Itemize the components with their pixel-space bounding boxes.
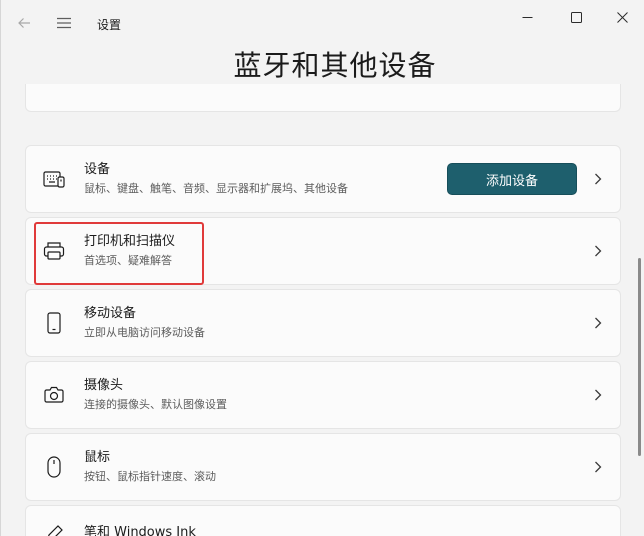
phone-icon [42, 311, 66, 335]
minimize-icon [522, 16, 532, 18]
row-title: 移动设备 [84, 306, 137, 321]
settings-row-mobile-devices[interactable]: 移动设备 立即从电脑访问移动设备 [25, 289, 621, 357]
printer-icon [42, 239, 66, 263]
row-title: 打印机和扫描仪 [84, 234, 176, 249]
row-subtitle: 连接的摄像头、默认图像设置 [84, 398, 227, 411]
close-button[interactable] [599, 2, 644, 32]
pen-icon [42, 522, 66, 536]
back-arrow-icon [18, 18, 30, 28]
maximize-button[interactable] [553, 2, 599, 32]
close-icon [616, 11, 628, 23]
chevron-right-icon [590, 459, 606, 475]
minimize-button[interactable] [504, 2, 550, 32]
row-title: 鼠标 [84, 450, 111, 465]
chevron-right-icon [590, 387, 606, 403]
row-subtitle: 首选项、疑难解答 [84, 254, 172, 267]
previous-settings-card [25, 84, 621, 112]
add-device-button[interactable]: 添加设备 [447, 163, 577, 195]
back-button[interactable] [9, 8, 39, 38]
hamburger-icon [57, 17, 71, 29]
scrollbar-thumb[interactable] [638, 258, 641, 456]
chevron-right-icon [590, 243, 606, 259]
chevron-right-icon [590, 315, 606, 331]
maximize-icon [570, 11, 582, 23]
settings-row-mouse[interactable]: 鼠标 按钮、鼠标指针速度、滚动 [25, 433, 621, 501]
page-title: 蓝牙和其他设备 [233, 49, 437, 82]
title-bar: 设置 [1, 0, 644, 46]
settings-row-pen-windows-ink[interactable]: 笔和 Windows Ink [25, 505, 621, 536]
row-title: 摄像头 [84, 378, 124, 393]
row-subtitle: 立即从电脑访问移动设备 [84, 326, 205, 339]
app-title: 设置 [97, 18, 122, 32]
settings-row-printers-scanners[interactable]: 打印机和扫描仪 首选项、疑难解答 [25, 217, 621, 285]
settings-window: 设置 蓝牙和其他设备 设备 鼠标、键盘、触笔、音频、显示器和扩展坞、其他设备 添… [0, 0, 644, 536]
row-subtitle: 按钮、鼠标指针速度、滚动 [84, 470, 216, 483]
row-subtitle: 鼠标、键盘、触笔、音频、显示器和扩展坞、其他设备 [84, 182, 348, 195]
mouse-icon [42, 455, 66, 479]
settings-row-cameras[interactable]: 摄像头 连接的摄像头、默认图像设置 [25, 361, 621, 429]
row-title: 笔和 Windows Ink [84, 525, 196, 536]
navigation-menu-button[interactable] [49, 8, 79, 38]
row-title: 设备 [84, 162, 111, 177]
settings-row-devices[interactable]: 设备 鼠标、键盘、触笔、音频、显示器和扩展坞、其他设备 添加设备 [25, 145, 621, 213]
keyboard-icon [42, 167, 66, 191]
chevron-right-icon [590, 171, 606, 187]
camera-icon [42, 383, 66, 407]
